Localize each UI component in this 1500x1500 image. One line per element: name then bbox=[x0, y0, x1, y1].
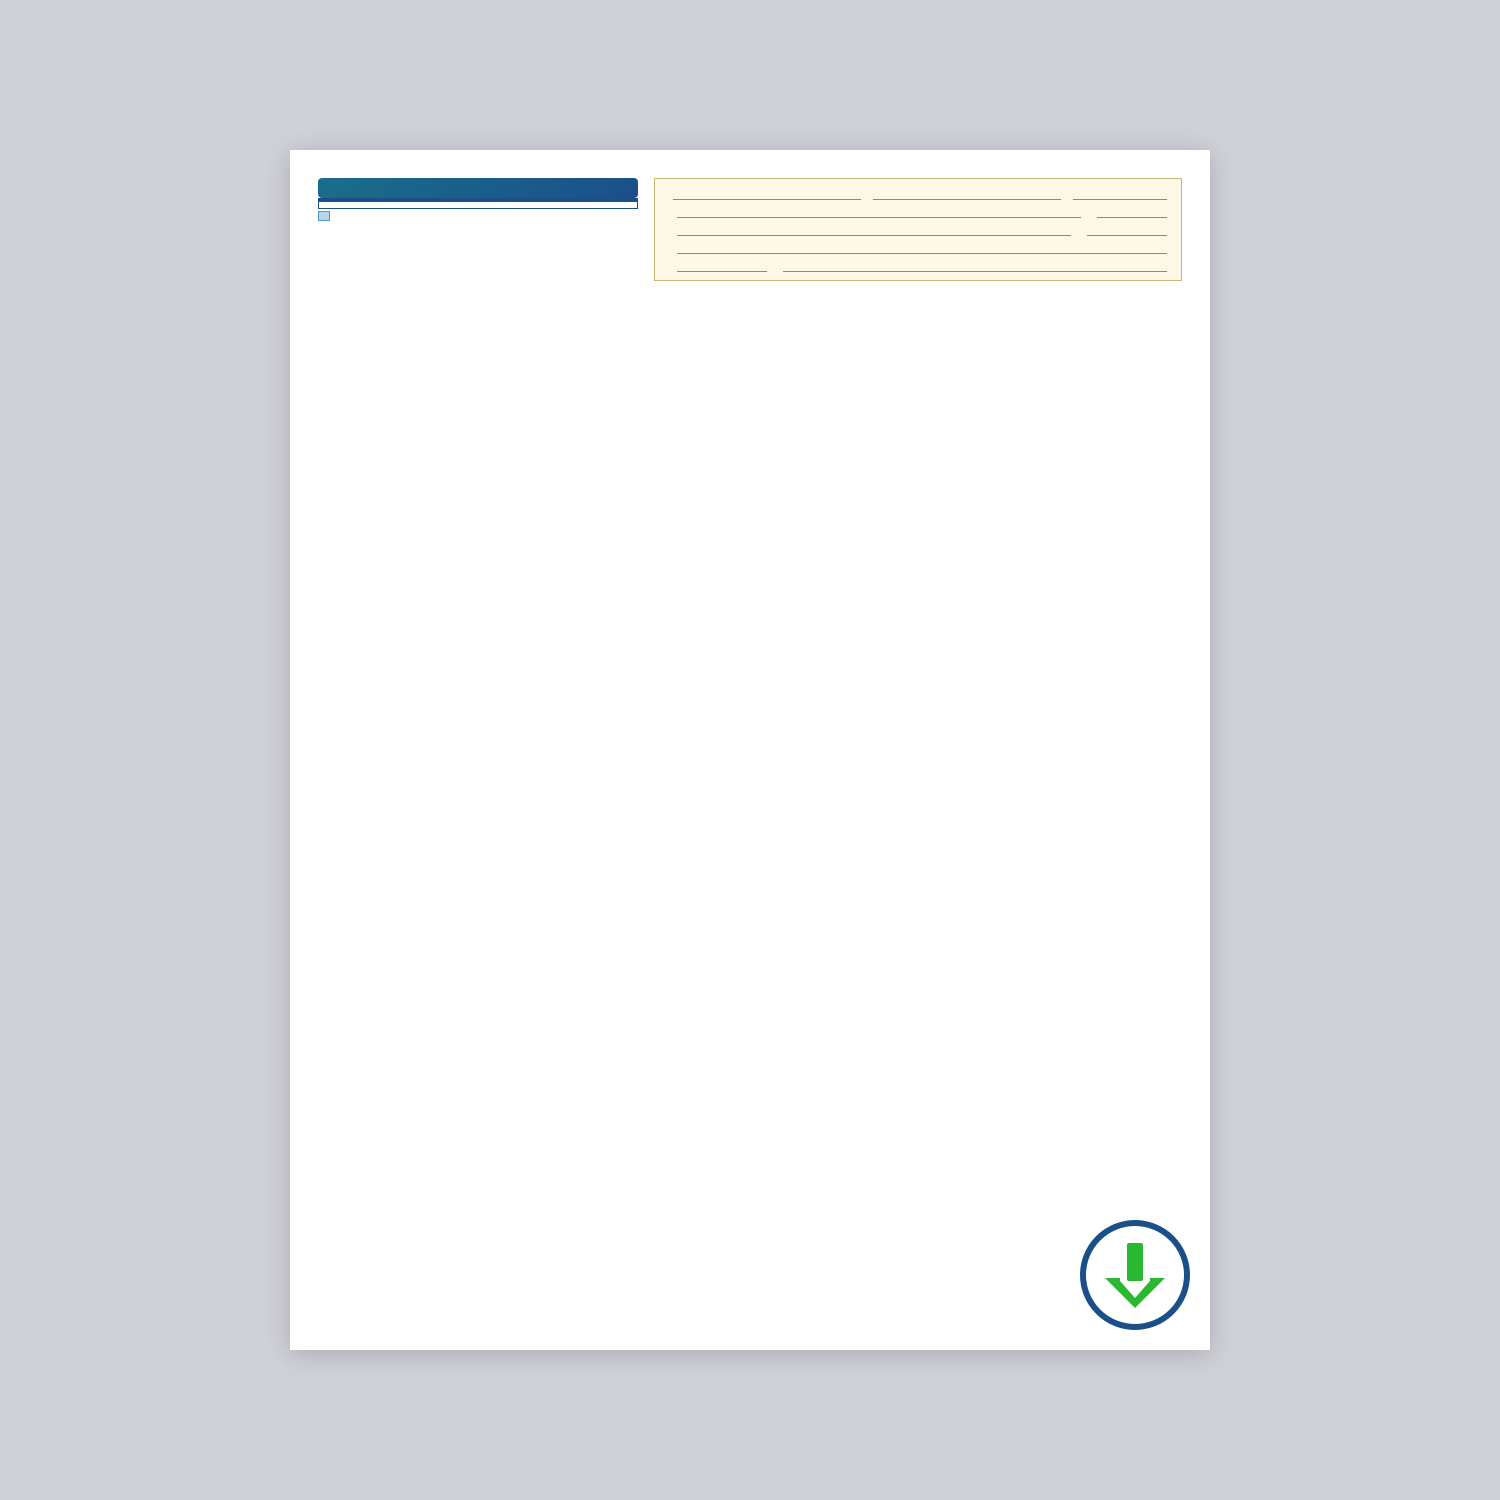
calendar-title bbox=[318, 178, 638, 198]
download-arrow-icon bbox=[1105, 1243, 1165, 1308]
absence-codes-list bbox=[318, 202, 638, 209]
holiday-note bbox=[318, 211, 638, 221]
download-circle[interactable] bbox=[1080, 1220, 1190, 1330]
holiday-box-icon bbox=[318, 211, 330, 221]
absence-block bbox=[318, 178, 638, 281]
attendance-calendar-page bbox=[290, 150, 1210, 1350]
employee-info-form bbox=[654, 178, 1182, 281]
download-overlay[interactable] bbox=[1080, 1220, 1190, 1330]
